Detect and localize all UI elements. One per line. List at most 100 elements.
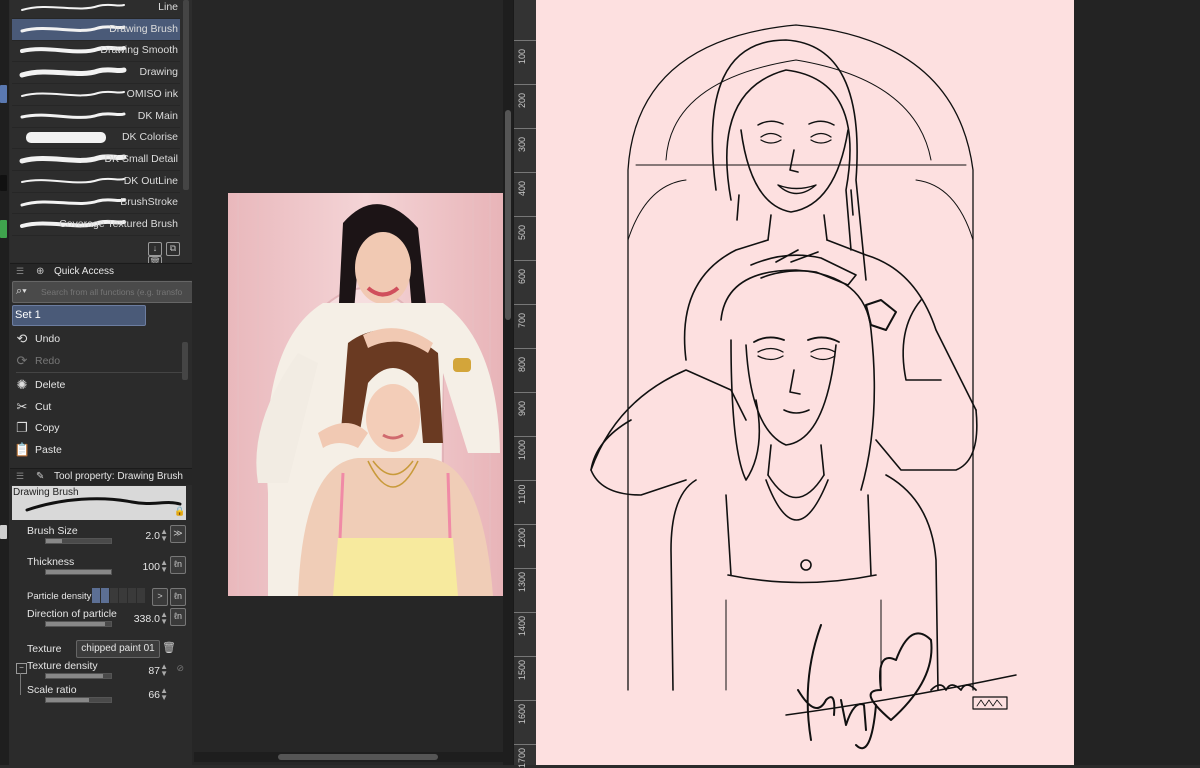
ruler-tick-label: 400 — [517, 180, 527, 196]
ruler-tick-label: 1000 — [517, 439, 527, 460]
texture-density-value[interactable]: 87 — [148, 665, 160, 677]
brush-item[interactable]: Drawing Smooth — [12, 40, 180, 63]
set-dropdown[interactable]: Set 1 — [12, 305, 146, 326]
spin-icon[interactable]: ▲ ▼ — [160, 611, 168, 626]
brush-item[interactable]: OMISO ink — [12, 84, 180, 106]
dynamics-icon[interactable]: ℓn — [170, 556, 186, 574]
qa-item-copy[interactable]: ❐ Copy — [10, 417, 180, 438]
texture-density-label: Texture density — [27, 660, 98, 672]
quick-access-search[interactable]: ⌕▾ — [12, 281, 193, 303]
brush-preview[interactable]: Drawing Brush 🔒 — [12, 486, 186, 520]
quick-access-scrollbar[interactable] — [182, 342, 188, 380]
redo-icon: ⟳ — [16, 353, 28, 368]
texture-select[interactable]: chipped paint 01 — [76, 640, 160, 658]
brush-item[interactable]: DK Small Detail — [12, 149, 180, 171]
scale-ratio-value[interactable]: 66 — [148, 689, 160, 701]
texture-density-row[interactable]: Texture density 87 ▲ ▼ ⊘ — [10, 660, 190, 684]
search-input[interactable] — [41, 284, 189, 299]
qa-item-undo[interactable]: ⟲ Undo — [10, 328, 180, 349]
brush-label: DK OutLine — [123, 174, 178, 187]
scale-ratio-row[interactable]: Scale ratio 66 ▲ ▼ — [10, 684, 190, 708]
brush-item[interactable]: BrushStroke — [12, 192, 180, 215]
trash-icon[interactable]: 🗑 — [162, 641, 176, 654]
paste-icon: 📋 — [14, 442, 31, 457]
brush-size-row[interactable]: Brush Size 2.0 ▲ ▼ ≫ — [10, 525, 190, 549]
direction-value[interactable]: 338.0 — [134, 613, 160, 625]
brush-stroke-icon — [21, 3, 125, 11]
download-icon[interactable]: ↓ — [148, 242, 162, 256]
dynamics-icon[interactable]: ⊘ — [176, 663, 184, 674]
thickness-label: Thickness — [27, 556, 75, 568]
scale-ratio-label: Scale ratio — [27, 684, 77, 696]
quick-access-header: ☰ ⊕ Quick Access — [10, 263, 192, 280]
horizontal-scrollbar[interactable] — [194, 752, 512, 762]
texture-density-slider[interactable] — [45, 673, 112, 679]
chevron-right-icon[interactable]: > — [152, 588, 168, 606]
qa-item-paste[interactable]: 📋 Paste — [10, 439, 180, 460]
grip-icon[interactable]: ☰ — [16, 266, 24, 277]
direction-row[interactable]: Direction of particle 338.0 ▲ ▼ ℓn — [10, 608, 190, 632]
particle-density-row[interactable]: Particle density > ℓn — [10, 588, 190, 606]
particle-density-label: Particle density — [27, 591, 92, 602]
ruler-tick-label: 1200 — [517, 527, 527, 548]
brush-size-value[interactable]: 2.0 — [145, 530, 160, 542]
thickness-value[interactable]: 100 — [142, 561, 160, 573]
brush-list-scrollbar[interactable] — [183, 0, 189, 190]
ruler-tick-label: 600 — [517, 268, 527, 284]
tool-strip — [0, 0, 9, 765]
grip-icon[interactable]: ☰ — [16, 471, 24, 482]
brush-label: Line — [158, 1, 178, 13]
texture-label: Texture — [27, 643, 62, 655]
brush-item[interactable]: DK Main — [12, 106, 180, 128]
tool-button[interactable] — [0, 175, 7, 191]
brush-list-panel: Line Drawing Brush Drawing Smooth Drawing OM… — [10, 0, 192, 270]
brush-size-slider[interactable] — [45, 538, 112, 544]
texture-row[interactable]: Texture chipped paint 01 🗑 — [10, 640, 190, 661]
qa-item-redo[interactable]: ⟳ Redo — [10, 350, 180, 371]
brush-item[interactable]: Drawing Brush — [12, 18, 180, 41]
brush-label: Drawing Brush — [109, 22, 178, 35]
dynamics-icon[interactable]: ℓn — [170, 608, 186, 626]
brush-item[interactable]: Coverage Textured Brush — [12, 214, 180, 236]
brush-label: BrushStroke — [120, 196, 178, 209]
brush-stroke-icon — [20, 111, 126, 119]
qa-item-label: Redo — [35, 355, 61, 367]
color-swatch[interactable] — [0, 220, 7, 238]
dynamics-icon[interactable]: ℓn — [170, 588, 186, 606]
ruler-tick-label: 100 — [517, 48, 527, 64]
spin-icon[interactable]: ▲ ▼ — [160, 663, 168, 678]
brush-label: DK Main — [137, 109, 178, 122]
thickness-slider[interactable] — [45, 569, 112, 575]
qa-item-delete[interactable]: ✺ Delete — [10, 374, 180, 395]
thickness-row[interactable]: Thickness 100 ▲ ▼ ℓn — [10, 556, 190, 580]
search-icon: ⊕ — [36, 266, 45, 277]
brush-item[interactable]: DK Colorise — [12, 127, 180, 150]
ruler-tick-label: 200 — [517, 92, 527, 108]
vertical-scrollbar[interactable] — [503, 0, 513, 765]
scale-ratio-slider[interactable] — [45, 697, 112, 703]
spin-icon[interactable]: ▲ ▼ — [160, 528, 168, 543]
qa-item-label: Undo — [35, 333, 61, 345]
spin-icon[interactable]: ▲ ▼ — [160, 559, 168, 574]
color-swatch[interactable] — [0, 525, 7, 539]
ruler-tick-label: 1400 — [517, 615, 527, 636]
direction-slider[interactable] — [45, 621, 112, 627]
workspace-background — [1074, 0, 1200, 765]
duplicate-icon[interactable]: ⧉ — [166, 242, 180, 256]
brush-stroke-preview — [25, 497, 182, 512]
divider — [16, 372, 188, 373]
tool-property-title: Tool property: Drawing Brush — [54, 471, 183, 482]
tool-button[interactable] — [0, 85, 7, 103]
copy-icon: ❐ — [16, 420, 28, 435]
drawing-canvas[interactable] — [536, 0, 1074, 765]
particle-density-slider[interactable] — [92, 588, 146, 606]
pressure-toggle-icon[interactable]: ≫ — [170, 525, 186, 543]
lock-icon[interactable]: 🔒 — [174, 506, 185, 517]
brush-item[interactable]: Line — [12, 0, 180, 19]
brush-item[interactable]: DK OutLine — [12, 171, 180, 193]
qa-item-cut[interactable]: ✂ Cut — [10, 396, 180, 417]
spin-icon[interactable]: ▲ ▼ — [160, 687, 168, 702]
quick-access-list: ⟲ Undo ⟳ Redo ✺ Delete ✂ Cut ❐ Copy 📋 Pa… — [10, 328, 188, 462]
ruler-tick-label: 1500 — [517, 659, 527, 680]
brush-item[interactable]: Drawing — [12, 62, 180, 85]
